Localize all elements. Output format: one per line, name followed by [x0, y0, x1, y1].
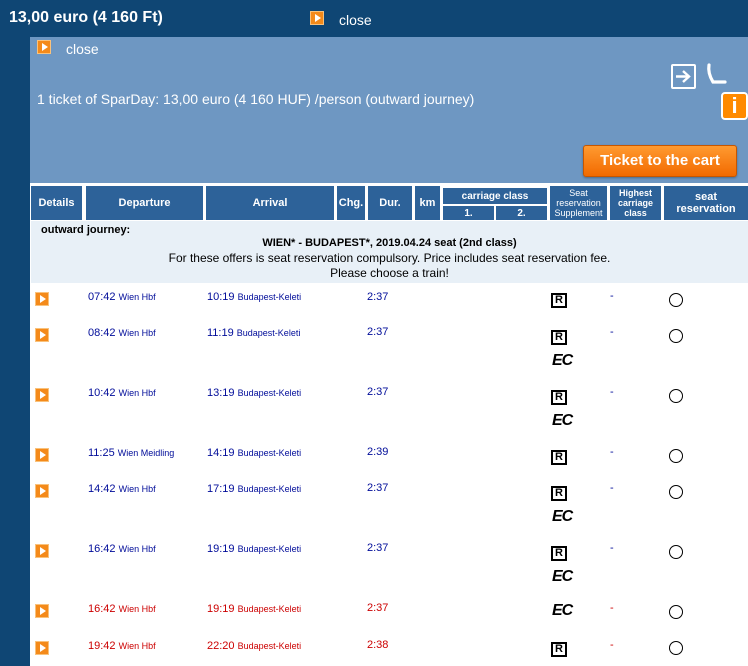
- highest-class: -: [610, 542, 614, 554]
- header-km: km: [415, 186, 440, 220]
- price-summary: 13,00 euro (4 160 Ft): [9, 9, 163, 26]
- highest-class: -: [610, 602, 614, 614]
- offer-panel: close 1 ticket of SparDay: 13,00 euro (4…: [30, 37, 748, 183]
- seat-icon: [704, 63, 728, 89]
- top-bar: 13,00 euro (4 160 Ft) close: [0, 0, 748, 37]
- header-arrival: Arrival: [206, 186, 334, 220]
- duration: 2:38: [367, 639, 389, 651]
- duration: 2:37: [367, 482, 389, 494]
- ec-train-icon: EC: [552, 412, 573, 429]
- seat-radio[interactable]: [669, 293, 683, 307]
- seat-radio[interactable]: [669, 545, 683, 559]
- reservation-icon: R: [551, 642, 567, 657]
- highest-class: -: [610, 482, 614, 494]
- ec-train-icon: EC: [552, 352, 573, 369]
- panel-close-button[interactable]: [37, 40, 51, 59]
- departure: 16:42 Wien Hbf: [88, 603, 156, 615]
- seat-radio[interactable]: [669, 329, 683, 343]
- duration: 2:37: [367, 326, 389, 338]
- journey-info: outward journey: WIEN* - BUDAPEST*, 2019…: [31, 221, 748, 283]
- arrival: 14:19 Budapest-Keleti: [207, 447, 302, 459]
- arrow-right-icon[interactable]: [671, 64, 696, 89]
- play-arrow-icon: [310, 11, 324, 25]
- departure: 10:42 Wien Hbf: [88, 387, 156, 399]
- duration: 2:37: [367, 602, 389, 614]
- details-button[interactable]: [35, 641, 49, 655]
- ec-train-icon: EC: [552, 602, 573, 619]
- highest-class: -: [610, 639, 614, 651]
- highest-class: -: [610, 290, 614, 302]
- ticket-to-cart-button[interactable]: Ticket to the cart: [583, 145, 737, 177]
- arrival: 10:19 Budapest-Keleti: [207, 291, 302, 303]
- info-icon[interactable]: i: [721, 92, 748, 120]
- reservation-icon: R: [551, 450, 567, 465]
- duration: 2:37: [367, 542, 389, 554]
- arrival: 22:20 Budapest-Keleti: [207, 640, 302, 652]
- highest-class: -: [610, 386, 614, 398]
- arrival: 11:19 Budapest-Keleti: [207, 327, 301, 339]
- header-class-2: 2.: [496, 206, 547, 220]
- details-button[interactable]: [35, 292, 49, 306]
- header-departure: Departure: [86, 186, 203, 220]
- departure: 11:25 Wien Meidling: [88, 447, 175, 459]
- arrival: 19:19 Budapest-Keleti: [207, 543, 302, 555]
- highest-class: -: [610, 326, 614, 338]
- highest-class: -: [610, 446, 614, 458]
- details-button[interactable]: [35, 328, 49, 342]
- seat-radio[interactable]: [669, 449, 683, 463]
- reservation-icon: R: [551, 546, 567, 561]
- top-close-button[interactable]: [310, 11, 324, 30]
- details-button[interactable]: [35, 544, 49, 558]
- header-details: Details: [31, 186, 82, 220]
- departure: 07:42 Wien Hbf: [88, 291, 156, 303]
- header-highest-class: Highest carriage class: [610, 186, 661, 220]
- arrival: 13:19 Budapest-Keleti: [207, 387, 302, 399]
- reservation-icon: R: [551, 293, 567, 308]
- details-button[interactable]: [35, 388, 49, 402]
- header-carriage-class: carriage class: [443, 188, 547, 204]
- panel-close-label[interactable]: close: [66, 41, 99, 57]
- header-seat-reservation: seat reservation: [664, 186, 748, 220]
- play-arrow-icon: [37, 40, 51, 54]
- arrival: 19:19 Budapest-Keleti: [207, 603, 302, 615]
- top-close-label[interactable]: close: [339, 12, 372, 28]
- reservation-notice: For these offers is seat reservation com…: [168, 251, 611, 265]
- seat-radio[interactable]: [669, 485, 683, 499]
- ec-train-icon: EC: [552, 508, 573, 525]
- ec-train-icon: EC: [552, 568, 573, 585]
- choose-train-notice: Please choose a train!: [330, 266, 449, 280]
- seat-radio[interactable]: [669, 641, 683, 655]
- arrival: 17:19 Budapest-Keleti: [207, 483, 302, 495]
- ticket-summary: 1 ticket of SparDay: 13,00 euro (4 160 H…: [37, 91, 475, 107]
- seat-radio[interactable]: [669, 389, 683, 403]
- header-changes: Chg.: [337, 186, 365, 220]
- reservation-icon: R: [551, 486, 567, 501]
- duration: 2:39: [367, 446, 389, 458]
- duration: 2:37: [367, 386, 389, 398]
- duration: 2:37: [367, 291, 389, 303]
- details-button[interactable]: [35, 484, 49, 498]
- departure: 16:42 Wien Hbf: [88, 543, 156, 555]
- header-class-1: 1.: [443, 206, 494, 220]
- departure: 19:42 Wien Hbf: [88, 640, 156, 652]
- outward-journey-label: outward journey:: [41, 224, 131, 236]
- left-border: [0, 37, 30, 666]
- header-duration: Dur.: [368, 186, 412, 220]
- reservation-icon: R: [551, 330, 567, 345]
- departure: 08:42 Wien Hbf: [88, 327, 156, 339]
- details-button[interactable]: [35, 604, 49, 618]
- reservation-icon: R: [551, 390, 567, 405]
- seat-radio[interactable]: [669, 605, 683, 619]
- departure: 14:42 Wien Hbf: [88, 483, 156, 495]
- header-seat-supplement: Seat reservation Supplement: [550, 186, 607, 220]
- details-button[interactable]: [35, 448, 49, 462]
- route-title: WIEN* - BUDAPEST*, 2019.04.24 seat (2nd …: [262, 237, 517, 249]
